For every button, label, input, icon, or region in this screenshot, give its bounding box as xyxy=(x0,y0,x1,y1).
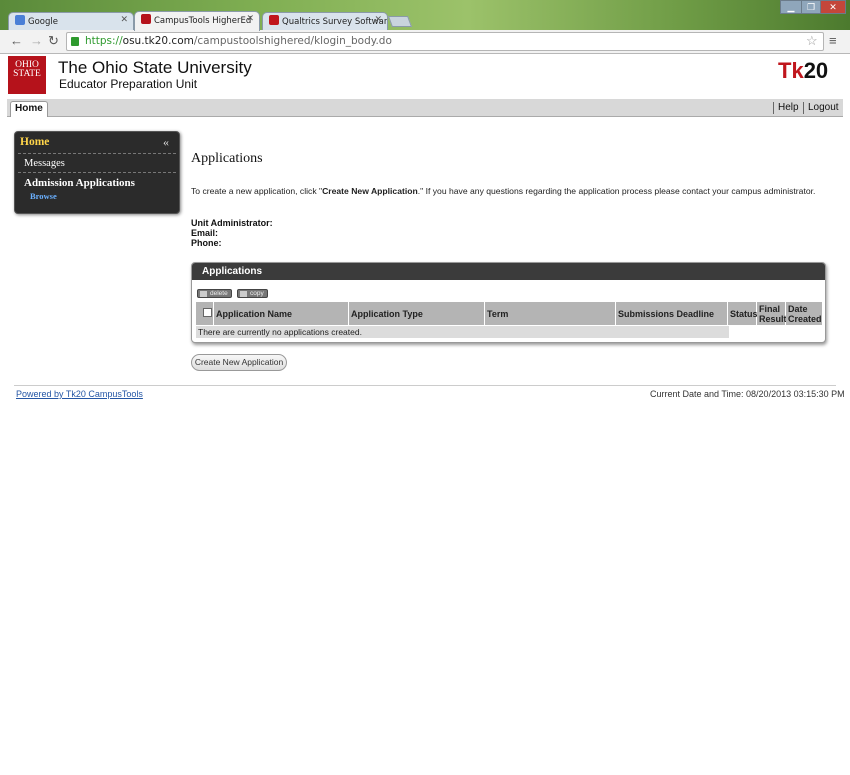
tab-home[interactable]: Home xyxy=(10,101,48,117)
delete-button[interactable]: delete xyxy=(197,289,232,298)
sidebar-home[interactable]: Home xyxy=(20,136,49,148)
sidebar-item-messages[interactable]: Messages xyxy=(24,158,65,169)
osu-logo: OHIO STATE xyxy=(8,56,46,94)
forward-icon[interactable]: → xyxy=(30,34,43,48)
unit-admin-label: Unit Administrator: xyxy=(191,218,273,228)
column-header[interactable]: Application Name xyxy=(214,302,349,325)
page-title: Applications xyxy=(191,151,263,166)
tab-strip: Google ✕ CampusTools HigherEd ✕ Qualtric… xyxy=(0,0,850,31)
tab-google[interactable]: Google ✕ xyxy=(8,12,134,30)
footer-divider xyxy=(14,385,836,386)
logout-link[interactable]: Logout xyxy=(808,102,839,113)
menu-bar: Home Help Logout xyxy=(7,99,843,117)
page: OHIO STATE The Ohio State University Edu… xyxy=(0,54,850,775)
url-scheme: https:// xyxy=(85,35,123,47)
applications-panel: Applications delete copy Application Nam… xyxy=(191,262,826,343)
select-all-checkbox[interactable] xyxy=(203,308,212,317)
qualtrics-icon xyxy=(269,15,279,25)
divider xyxy=(18,172,176,173)
sidebar: Home « Messages Admission Applications B… xyxy=(14,131,180,214)
google-icon xyxy=(15,15,25,25)
close-window-icon[interactable]: ✕ xyxy=(820,0,846,14)
address-bar[interactable]: https://osu.tk20.com/campustoolshighered… xyxy=(66,32,824,51)
close-icon[interactable]: ✕ xyxy=(246,14,254,24)
browser-toolbar: ← → ↻ https://osu.tk20.com/campustoolshi… xyxy=(0,30,850,54)
sidebar-item-browse[interactable]: Browse xyxy=(30,191,57,201)
tab-label: CampusTools HigherEd xyxy=(154,16,252,26)
tab-label: Google xyxy=(28,17,58,27)
column-header[interactable]: Final Result xyxy=(757,302,787,325)
menu-separator xyxy=(773,102,774,114)
trash-icon xyxy=(200,291,207,297)
unit-title: Educator Preparation Unit xyxy=(59,77,198,91)
empty-message: There are currently no applications crea… xyxy=(196,326,729,338)
tab-qualtrics[interactable]: Qualtrics Survey Software ✕ xyxy=(262,12,388,30)
url-path: /campustoolshighered/klogin_body.do xyxy=(193,35,392,47)
browser-chrome: Google ✕ CampusTools HigherEd ✕ Qualtric… xyxy=(0,0,850,54)
panel-header: Applications xyxy=(192,263,825,280)
restore-icon[interactable]: ❐ xyxy=(801,0,821,14)
column-header[interactable]: Status xyxy=(728,302,758,325)
column-header[interactable]: Date Created xyxy=(786,302,823,325)
column-header[interactable]: Submissions Deadline xyxy=(616,302,728,325)
lock-icon xyxy=(71,37,79,46)
column-header[interactable]: Application Type xyxy=(349,302,485,325)
tk20-logo: Tk20 xyxy=(778,58,829,83)
column-header[interactable]: Term xyxy=(485,302,616,325)
phone-label: Phone: xyxy=(191,238,222,248)
menu-separator xyxy=(803,102,804,114)
new-tab-button[interactable] xyxy=(387,16,413,27)
back-icon[interactable]: ← xyxy=(10,34,23,48)
email-label: Email: xyxy=(191,228,219,238)
current-datetime: Current Date and Time: 08/20/2013 03:15:… xyxy=(650,389,845,399)
bookmark-star-icon[interactable]: ☆ xyxy=(806,33,818,49)
powered-by-link[interactable]: Powered by Tk20 CampusTools xyxy=(16,389,143,399)
site-header: OHIO STATE The Ohio State University Edu… xyxy=(0,54,850,99)
intro-text: To create a new application, click "Crea… xyxy=(191,186,816,196)
reload-icon[interactable]: ↻ xyxy=(48,34,59,48)
university-title: The Ohio State University xyxy=(58,58,252,77)
sidebar-item-admission[interactable]: Admission Applications xyxy=(24,177,135,189)
tab-campustools[interactable]: CampusTools HigherEd ✕ xyxy=(134,11,260,31)
browser-menu-icon[interactable]: ≡ xyxy=(829,33,837,48)
copy-button[interactable]: copy xyxy=(237,289,268,298)
collapse-icon[interactable]: « xyxy=(163,135,169,150)
help-link[interactable]: Help xyxy=(778,102,799,113)
create-new-application-button[interactable]: Create New Application xyxy=(191,354,287,371)
panel-title: Applications xyxy=(202,266,263,277)
divider xyxy=(18,153,176,154)
copy-icon xyxy=(240,291,247,297)
minimize-icon[interactable]: ▁ xyxy=(780,0,802,14)
url-host: osu.tk20.com xyxy=(122,35,194,47)
feather-icon xyxy=(141,14,151,24)
close-icon[interactable]: ✕ xyxy=(120,15,128,25)
tab-label: Qualtrics Survey Software xyxy=(282,17,388,27)
close-icon[interactable]: ✕ xyxy=(374,15,382,25)
